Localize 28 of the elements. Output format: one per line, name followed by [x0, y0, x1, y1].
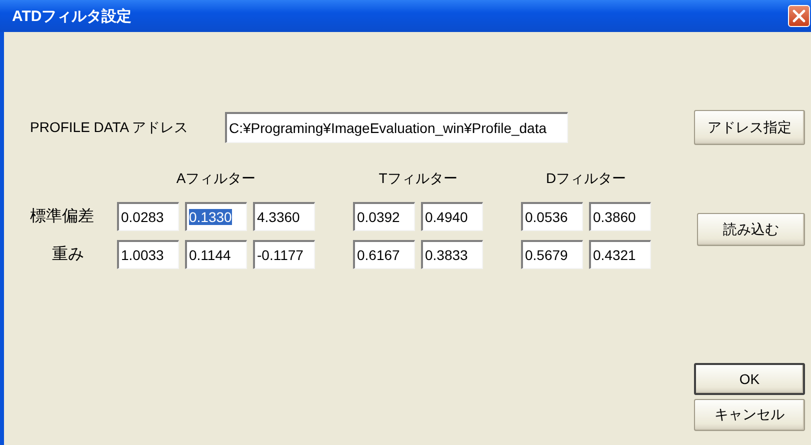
- cancel-button[interactable]: キャンセル: [694, 399, 805, 431]
- number-field[interactable]: 0.0536: [521, 202, 583, 231]
- number-field[interactable]: 0.1144: [185, 240, 247, 269]
- number-field[interactable]: 4.3360: [253, 202, 315, 231]
- number-field[interactable]: 0.3860: [589, 202, 651, 231]
- number-field[interactable]: 0.3833: [421, 240, 483, 269]
- close-icon: [792, 9, 806, 23]
- number-field[interactable]: 0.1330: [185, 202, 247, 231]
- close-button[interactable]: [788, 5, 810, 27]
- number-field[interactable]: 0.0283: [117, 202, 179, 231]
- number-field[interactable]: 0.0392: [353, 202, 415, 231]
- number-field[interactable]: 0.4321: [589, 240, 651, 269]
- number-field[interactable]: -0.1177: [253, 240, 315, 269]
- load-button[interactable]: 読み込む: [697, 213, 805, 246]
- row-label: 重み: [51, 244, 85, 265]
- ok-button[interactable]: OK: [694, 363, 805, 395]
- number-field[interactable]: 0.6167: [353, 240, 415, 269]
- filter-heading: Tフィルター: [378, 170, 458, 188]
- filter-heading: Dフィルター: [546, 170, 626, 188]
- number-field[interactable]: 1.0033: [117, 240, 179, 269]
- set-address-button[interactable]: アドレス指定: [694, 110, 805, 145]
- window-title: ATDフィルタ設定: [12, 6, 132, 26]
- filter-heading: Aフィルター: [176, 170, 256, 188]
- row-label: 標準偏差: [30, 207, 95, 227]
- number-field[interactable]: 0.5679: [521, 240, 583, 269]
- address-label: PROFILE DATA アドレス: [30, 118, 190, 136]
- number-field[interactable]: 0.4940: [421, 202, 483, 231]
- address-field[interactable]: C:¥Programing¥ImageEvaluation_win¥Profile_data: [225, 112, 568, 143]
